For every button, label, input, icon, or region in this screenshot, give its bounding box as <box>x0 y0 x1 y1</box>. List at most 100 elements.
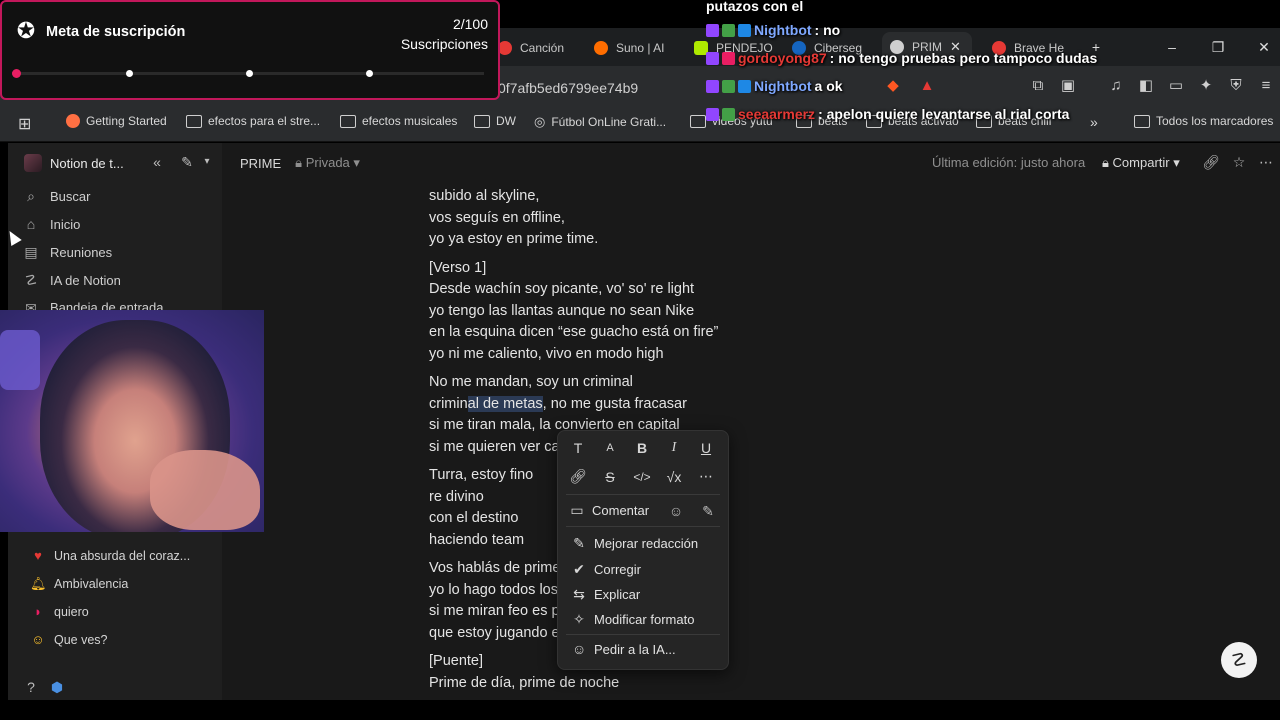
collapse-sidebar-icon[interactable]: « <box>148 153 166 171</box>
chevron-down-icon[interactable]: ▾ <box>198 153 216 171</box>
last-edited: Última edición: justo ahora <box>932 155 1086 170</box>
screenshot-icon[interactable]: ▣ <box>1058 76 1078 96</box>
privacy-menu[interactable]: 🔒︎ Privada ▾ <box>295 155 360 171</box>
lyric-line[interactable]: Prime de día, prime de noche <box>429 673 769 695</box>
chat-username: Nightbot <box>754 78 812 94</box>
sparkle-icon: ✧ <box>573 611 585 627</box>
bookmark-todos[interactable]: Todos los marcadores <box>1134 114 1273 128</box>
sidebar-page-absurda[interactable]: ♥ Una absurda del coraz... <box>30 548 190 563</box>
page-label: Una absurda del coraz... <box>54 548 191 563</box>
sidebar-toggle-icon[interactable]: ◧ <box>1136 76 1156 96</box>
emoji-reaction-icon[interactable]: ☺ <box>667 502 685 520</box>
sidebar-item-label: Reuniones <box>50 245 113 260</box>
sidebar-page-que-ves[interactable]: ☺ Que ves? <box>30 632 108 647</box>
link-icon[interactable]: 🔗︎ <box>568 468 588 485</box>
text-color-button[interactable]: A <box>600 442 620 454</box>
underline-button[interactable]: U <box>696 440 716 456</box>
menu-item-corregir[interactable]: ✔ Corregir <box>572 561 641 578</box>
extensions-icon[interactable]: ⧉ <box>1028 76 1048 96</box>
more-icon[interactable]: ⋯ <box>1257 153 1275 171</box>
tab-cancion[interactable]: Canción <box>498 36 564 60</box>
sidebar-page-quiero[interactable]: ◗ quiero <box>30 604 89 619</box>
equation-icon[interactable]: √x <box>664 469 684 485</box>
page-title[interactable]: PRIME <box>240 156 281 171</box>
lyric-line[interactable]: en la esquina dicen “ese guacho está on … <box>429 322 769 344</box>
privacy-label: Privada <box>305 155 350 170</box>
lyric-line[interactable]: yo tengo las llantas aunque no sean Nike <box>429 301 769 323</box>
lyric-text: crimin <box>429 395 468 412</box>
chat-username: gordoyong87 <box>738 50 827 66</box>
bookmark-getting-started[interactable]: Getting Started <box>66 114 167 128</box>
bell-icon: 🔔︎ <box>30 576 47 591</box>
sidebar-item-inicio[interactable]: ⌂ Inicio <box>22 216 81 232</box>
url-field[interactable]: 0f7afb5ed6799ee74b9 <box>498 80 638 96</box>
menu-item-modificar[interactable]: ✧ Modificar formato <box>572 611 694 628</box>
firefox-icon <box>66 114 80 128</box>
notion-ai-button[interactable]: ☡ <box>1221 642 1257 678</box>
bold-button[interactable]: B <box>632 440 652 456</box>
goal-count-unit: Suscripciones <box>400 36 488 52</box>
code-icon[interactable]: </> <box>632 470 652 484</box>
sidebar-item-ia[interactable]: ☡ IA de Notion <box>22 272 121 289</box>
more-icon[interactable]: ⋯ <box>696 468 716 485</box>
menu-item-pedir-ia[interactable]: ☺ Pedir a la IA... <box>572 641 676 657</box>
minimize-icon[interactable]: – <box>1160 36 1184 58</box>
share-button[interactable]: 🔒︎ Compartir ▾ <box>1102 155 1180 171</box>
sidebar-page-ambivalencia[interactable]: 🔔︎ Ambivalencia <box>30 576 128 592</box>
lyric-line-selected[interactable]: criminal de metas, no me gusta fracasar <box>429 394 769 416</box>
new-page-icon[interactable]: ✎ <box>178 153 196 171</box>
lyric-line[interactable]: [Verso 1] <box>429 258 769 280</box>
brave-rewards-icon[interactable]: ▲ <box>917 76 937 96</box>
lyric-line[interactable]: vos seguís en offline, <box>429 208 769 230</box>
help-icon[interactable]: ? <box>22 678 40 696</box>
goal-milestone-dot <box>246 70 253 77</box>
twitch-badge-icon <box>706 51 719 65</box>
lyric-line[interactable]: yo ni me caliento, vivo en modo high <box>429 344 769 366</box>
music-icon[interactable]: ♫ <box>1106 76 1126 96</box>
bookmark-efectos-stream[interactable]: efectos para el stre... <box>186 114 320 128</box>
tab-label: Canción <box>520 41 565 55</box>
chat-username: seeaarmerz <box>738 106 816 122</box>
goal-count: 2/100 Suscripciones <box>401 14 488 54</box>
page-label: Que ves? <box>54 632 108 647</box>
lyric-line[interactable]: No me mandan, soy un criminal <box>429 372 769 394</box>
italic-button[interactable]: I <box>664 440 684 456</box>
menu-item-mejorar[interactable]: ✎ Mejorar redacción <box>572 535 698 552</box>
marketplace-icon[interactable]: ⬢ <box>48 678 66 696</box>
sidebar-item-buscar[interactable]: ⌕ Buscar <box>22 188 90 205</box>
restore-icon[interactable]: ❐ <box>1206 36 1230 58</box>
lyric-line[interactable]: yo ya estoy en prime time. <box>429 229 769 251</box>
workspace-avatar <box>24 154 42 172</box>
brave-shield-icon[interactable]: ◆ <box>883 76 903 96</box>
menu-icon[interactable]: ≡ <box>1256 76 1276 96</box>
apps-icon[interactable]: ⊞ <box>18 114 31 134</box>
tab-favicon-icon <box>594 41 608 55</box>
close-window-icon[interactable]: ✕ <box>1252 36 1276 58</box>
tab-suno[interactable]: Suno | AI <box>594 36 665 60</box>
more-bookmarks-icon[interactable]: » <box>1090 114 1098 130</box>
tab-label: Suno | AI <box>616 41 665 55</box>
text-type-button[interactable]: T <box>568 440 588 456</box>
lyric-line[interactable]: Desde wachín soy picante, vo' so' re lig… <box>429 279 769 301</box>
strikethrough-icon[interactable]: S <box>600 469 620 485</box>
bookmark-futbol[interactable]: ◎ Fútbol OnLine Grati... <box>534 114 666 130</box>
star-icon[interactable]: ☆ <box>1230 153 1248 171</box>
leo-ai-icon[interactable]: ✦ <box>1196 76 1216 96</box>
bookmark-label: efectos musicales <box>362 114 458 128</box>
bookmark-efectos-musicales[interactable]: efectos musicales <box>340 114 457 128</box>
vpn-icon[interactable]: ⛨ <box>1226 76 1246 96</box>
link-icon[interactable]: 🔗︎ <box>1202 153 1220 171</box>
menu-item-label: Corregir <box>594 562 641 577</box>
heart-icon: ♥ <box>34 548 42 563</box>
workspace-switcher[interactable]: Notion de t... <box>24 154 124 172</box>
bookmark-dw[interactable]: DW <box>474 114 516 128</box>
sidebar-item-reuniones[interactable]: ▤ Reuniones <box>22 244 112 261</box>
edit-icon[interactable]: ✎ <box>699 502 717 520</box>
wallet-icon[interactable]: ▭ <box>1166 76 1186 96</box>
lyric-line[interactable]: subido al skyline, <box>429 186 769 208</box>
comment-button[interactable]: ▭ Comentar <box>570 502 649 519</box>
menu-item-explicar[interactable]: ⇆ Explicar <box>572 586 640 603</box>
selected-text[interactable]: al de metas <box>467 395 543 412</box>
sidebar-item-bandeja[interactable]: ✉ Bandeja de entrada <box>22 300 163 310</box>
smiley-icon: ☺ <box>31 632 45 647</box>
